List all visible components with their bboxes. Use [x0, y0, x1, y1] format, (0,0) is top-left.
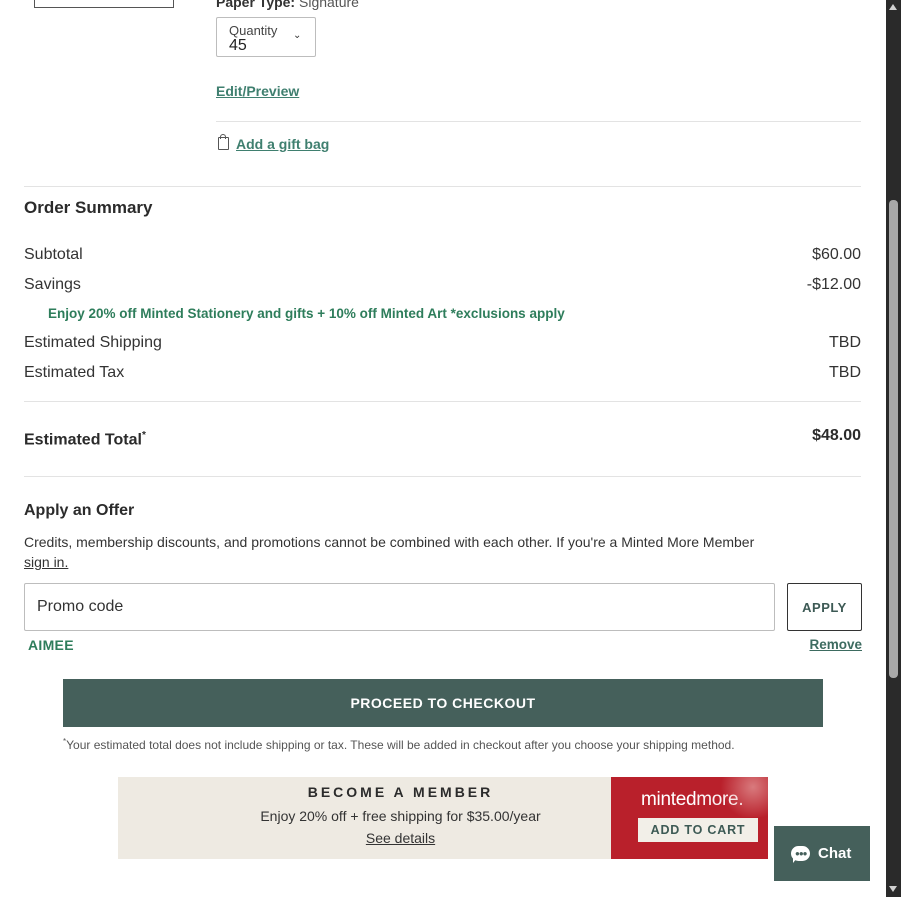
- quantity-select[interactable]: Quantity 45 ⌄: [216, 17, 316, 57]
- minted-more-logo: mintedmore.: [641, 789, 744, 810]
- divider: [24, 186, 861, 187]
- scroll-down-icon[interactable]: [889, 886, 897, 892]
- chat-bubble-icon: ●●●: [791, 846, 810, 863]
- order-summary-title: Order Summary: [24, 198, 153, 217]
- membership-banner: BECOME A MEMBER Enjoy 20% off + free shi…: [118, 777, 768, 859]
- sign-in-link[interactable]: sign in.: [24, 554, 68, 570]
- checkout-disclaimer: *Your estimated total does not include s…: [63, 737, 735, 752]
- savings-label: Savings: [24, 276, 81, 293]
- member-title: BECOME A MEMBER: [307, 784, 494, 800]
- estimated-total-label: Estimated Total*: [24, 430, 146, 449]
- paper-type: Paper Type: Signature: [216, 0, 359, 10]
- quantity-value: 45: [229, 37, 247, 54]
- see-details-link[interactable]: See details: [118, 830, 683, 846]
- applied-promo-code: AIMEE: [28, 637, 74, 653]
- tax-label: Estimated Tax: [24, 364, 125, 381]
- savings-value: -$12.00: [806, 276, 861, 293]
- estimated-total-value: $48.00: [812, 427, 861, 444]
- tax-value: TBD: [829, 364, 861, 381]
- shipping-value: TBD: [829, 334, 861, 351]
- chevron-down-icon: ⌄: [293, 30, 302, 41]
- vertical-scrollbar[interactable]: [886, 0, 901, 897]
- apply-offer-title: Apply an Offer: [24, 502, 135, 519]
- gift-bag-icon: [218, 134, 229, 150]
- minted-more-panel: mintedmore. ADD TO CART: [611, 777, 768, 859]
- product-thumbnail[interactable]: [34, 0, 174, 8]
- edit-preview-link[interactable]: Edit/Preview: [216, 83, 299, 99]
- member-subtitle: Enjoy 20% off + free shipping for $35.00…: [260, 808, 541, 824]
- subtotal-value: $60.00: [812, 246, 861, 263]
- promo-code-input[interactable]: [24, 583, 775, 631]
- promo-note: Enjoy 20% off Minted Stationery and gift…: [48, 306, 565, 321]
- remove-promo-link[interactable]: Remove: [809, 637, 862, 652]
- offer-description: Credits, membership discounts, and promo…: [24, 534, 755, 570]
- scroll-thumb[interactable]: [889, 200, 898, 678]
- chat-button[interactable]: ●●● Chat: [774, 826, 870, 881]
- quantity-label: Quantity: [229, 23, 278, 38]
- shipping-label: Estimated Shipping: [24, 334, 162, 351]
- subtotal-label: Subtotal: [24, 246, 83, 263]
- proceed-to-checkout-button[interactable]: PROCEED TO CHECKOUT: [63, 679, 823, 727]
- add-gift-bag-link[interactable]: Add a gift bag: [236, 136, 329, 152]
- apply-button[interactable]: APPLY: [787, 583, 862, 631]
- scroll-up-icon[interactable]: [889, 4, 897, 10]
- divider: [216, 121, 861, 122]
- divider: [24, 401, 861, 402]
- add-membership-to-cart-button[interactable]: ADD TO CART: [638, 818, 758, 842]
- chat-label: Chat: [818, 845, 852, 862]
- divider: [24, 476, 861, 477]
- cart-page: Paper Type: Signature Quantity 45 ⌄ Edit…: [0, 0, 886, 897]
